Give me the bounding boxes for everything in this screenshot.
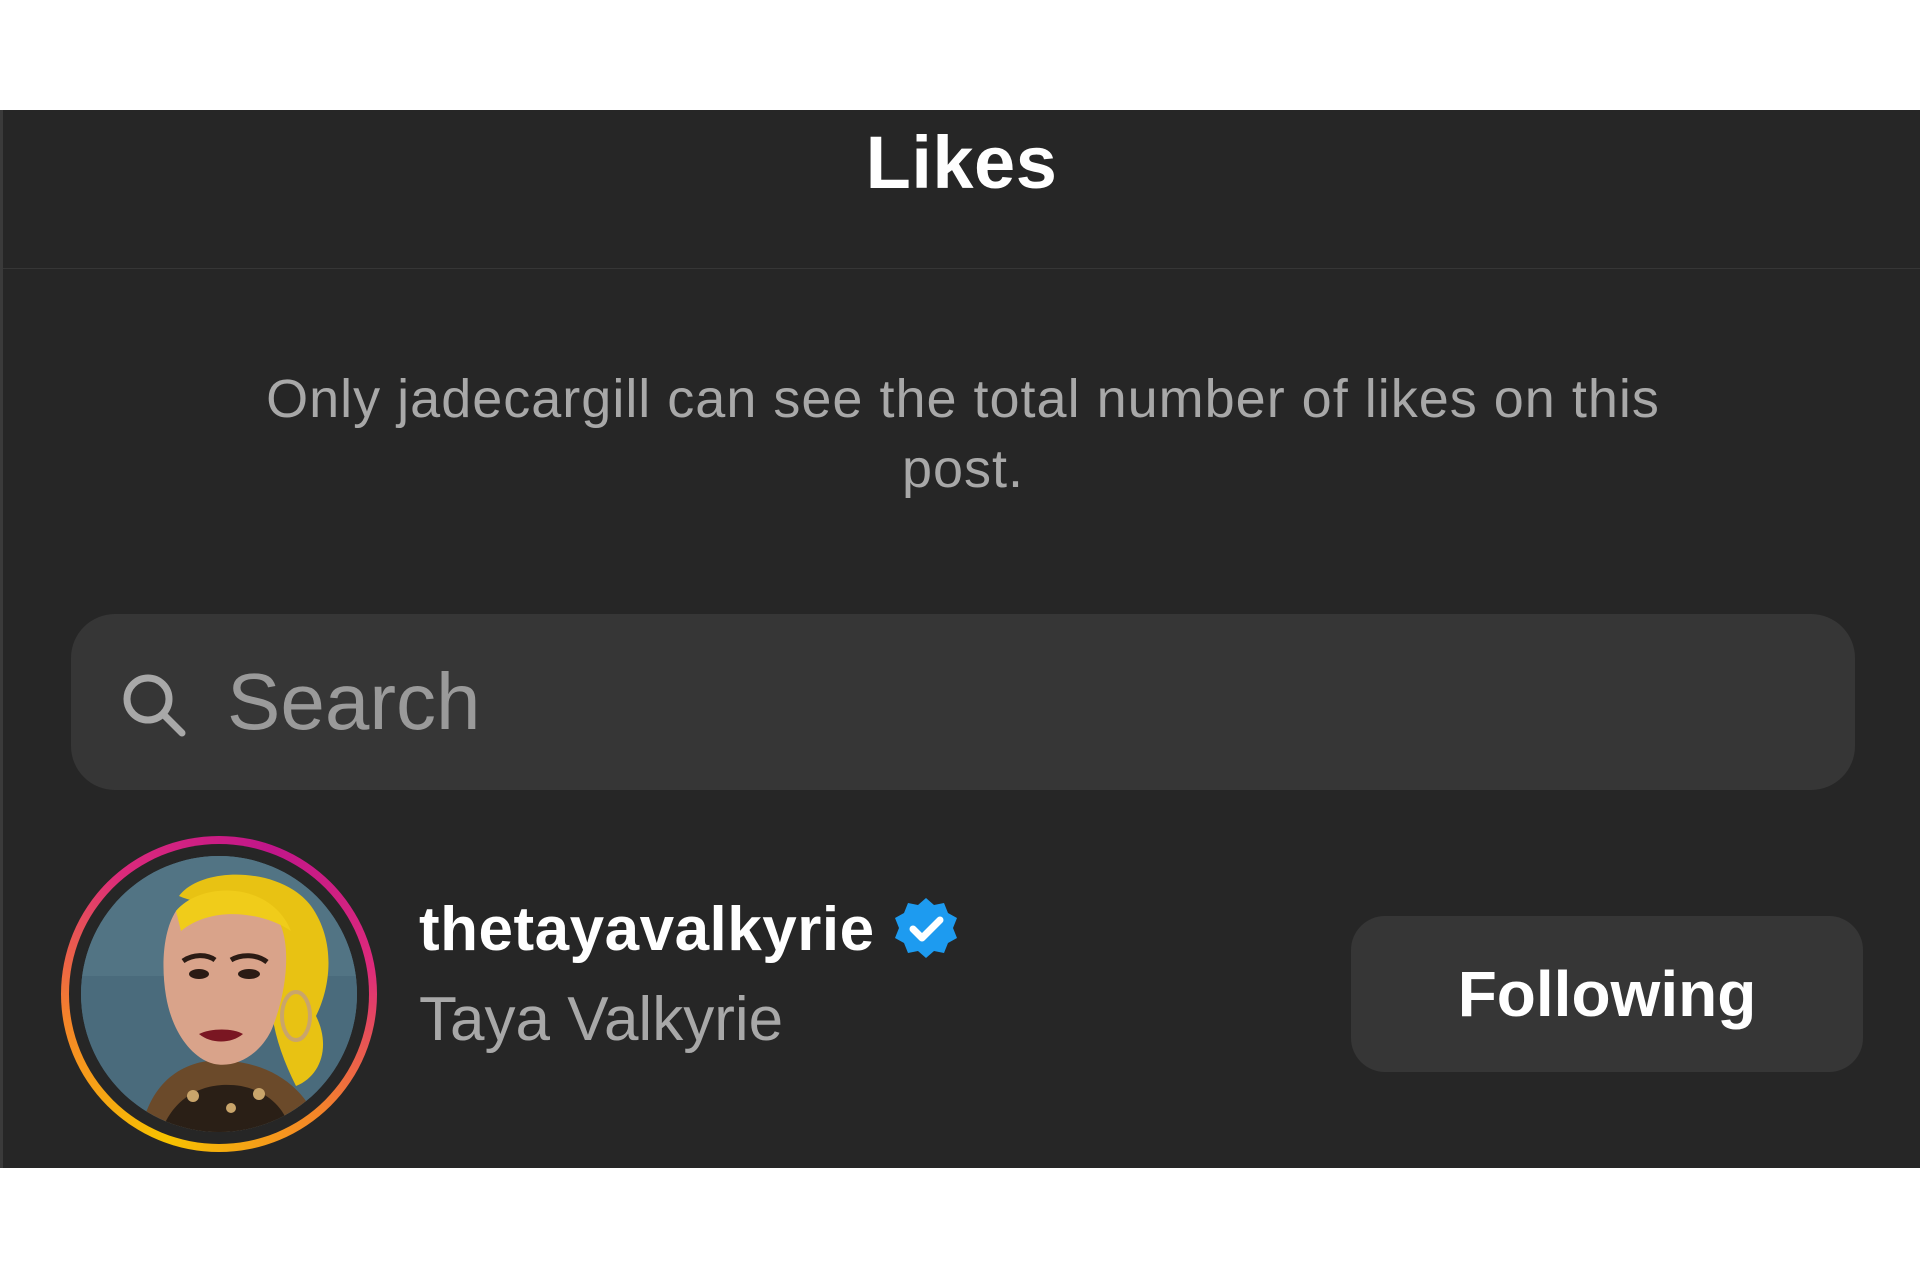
page-title: Likes — [865, 121, 1058, 204]
story-ring[interactable] — [61, 836, 377, 1152]
full-name: Taya Valkyrie — [419, 985, 784, 1054]
likes-privacy-notice: Only jadecargill can see the total numbe… — [266, 369, 1660, 499]
search-input[interactable] — [227, 644, 1807, 760]
username-row[interactable]: thetayavalkyrie — [419, 894, 961, 965]
following-button[interactable]: Following — [1351, 916, 1863, 1072]
search-icon — [123, 674, 186, 737]
username[interactable]: thetayavalkyrie — [419, 894, 875, 965]
search-bar[interactable] — [71, 614, 1855, 790]
list-item[interactable]: thetayavalkyrie Taya Valkyrie Following — [3, 824, 1920, 1154]
verified-badge-icon — [894, 897, 957, 958]
avatar[interactable] — [81, 856, 357, 1132]
sheet-header: Likes — [3, 110, 1920, 269]
avatar-photo — [81, 856, 357, 1132]
likes-sheet: Likes Only jadecargill can see the total… — [0, 110, 1920, 1168]
